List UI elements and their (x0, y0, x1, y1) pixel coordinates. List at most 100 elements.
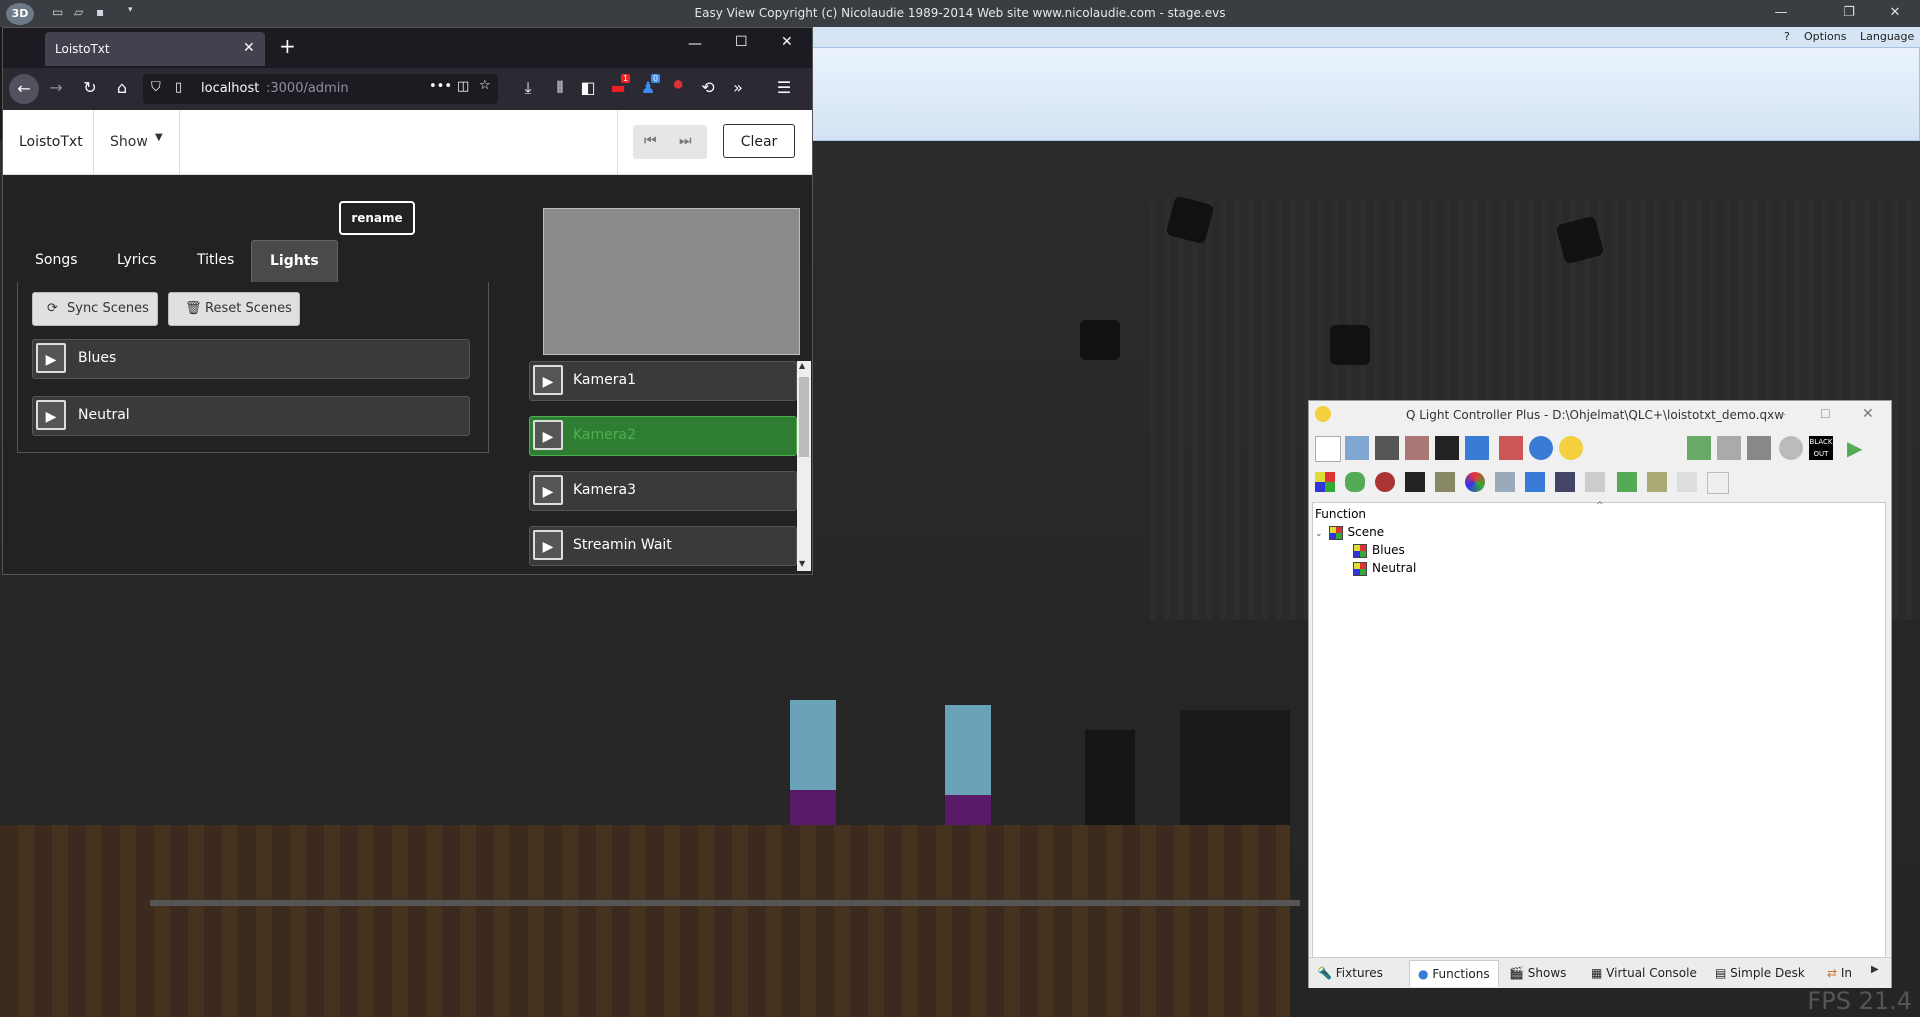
design-icon[interactable] (1747, 436, 1771, 460)
address-tool-icon[interactable] (1465, 436, 1489, 460)
play-mode-icon[interactable]: ▶ (1847, 436, 1862, 460)
tree-group[interactable]: ⌄ Scene (1315, 525, 1384, 543)
scrollbar-thumb[interactable] (799, 377, 809, 457)
close-icon[interactable]: ✕ (1872, 2, 1918, 24)
tab-lyrics[interactable]: Lyrics (99, 240, 174, 281)
open-project-icon[interactable] (1345, 436, 1369, 460)
menu-icon[interactable]: ☰ (773, 78, 795, 97)
clone-icon[interactable] (1677, 472, 1697, 492)
tab-fixtures[interactable]: 🔦 Fixtures (1317, 960, 1383, 986)
panic-icon[interactable] (1687, 436, 1711, 460)
back-icon[interactable]: ← (9, 74, 39, 104)
url-bar[interactable]: ⛉ ▯ localhost :3000/admin ••• ◫ ☆ (143, 74, 498, 104)
history-icon[interactable]: ⟲ (697, 78, 719, 97)
save-project-icon[interactable] (1375, 436, 1399, 460)
add-video-icon[interactable] (1555, 472, 1575, 492)
scene-row[interactable]: ▶ Neutral (32, 396, 470, 436)
scene-row[interactable]: ▶ Blues (32, 339, 470, 379)
add-scene-icon[interactable] (1315, 472, 1335, 492)
tab-functions[interactable]: ● Functions (1409, 960, 1499, 987)
scroll-up-icon[interactable]: ▲ (799, 361, 805, 370)
about-icon[interactable] (1559, 436, 1583, 460)
skip-previous-icon[interactable]: ⏮ (644, 133, 657, 149)
tab-virtual-console[interactable]: ▦ Virtual Console (1591, 960, 1697, 986)
scrollbar[interactable]: ▲ ▼ (797, 361, 811, 571)
maximize-icon[interactable]: ☐ (1820, 407, 1831, 421)
close-icon[interactable]: ✕ (1862, 406, 1874, 422)
minimize-icon[interactable]: — (1758, 2, 1804, 24)
tree-item[interactable]: Neutral (1353, 561, 1416, 579)
sync-scenes-button[interactable]: ⟳ Sync Scenes (32, 292, 158, 326)
shield-icon[interactable]: ⛉ (151, 80, 161, 95)
reload-icon[interactable]: ↻ (79, 78, 101, 97)
downloads-icon[interactable]: ⤓ (517, 78, 539, 98)
clear-button[interactable]: Clear (723, 124, 795, 158)
chevron-down-icon[interactable]: ▼ (155, 132, 163, 143)
fullscreen-icon[interactable] (1499, 436, 1523, 460)
minimize-icon[interactable]: — (1774, 407, 1786, 421)
play-icon[interactable]: ▶ (36, 400, 66, 430)
new-project-icon[interactable] (1315, 436, 1341, 462)
play-icon[interactable]: ▶ (36, 343, 66, 373)
play-icon[interactable]: ▶ (533, 475, 563, 505)
sidebar-icon[interactable]: ◧ (577, 78, 599, 97)
tab-scroll-right-icon[interactable]: ▶ (1871, 964, 1879, 975)
bookmark-star-icon[interactable]: ☆ (479, 78, 491, 93)
close-tab-icon[interactable]: ✕ (243, 40, 255, 56)
delete-icon[interactable] (1707, 472, 1729, 494)
restore-icon[interactable]: ❐ (1826, 2, 1872, 24)
wizard-icon[interactable] (1647, 472, 1667, 492)
add-rgb-matrix-icon[interactable] (1465, 472, 1485, 492)
show-menu[interactable]: Show (110, 134, 148, 150)
new-tab-icon[interactable]: + (279, 34, 296, 58)
language-menu[interactable]: Language (1860, 30, 1914, 43)
add-collection-icon[interactable] (1435, 472, 1455, 492)
help-menu[interactable]: ? (1784, 30, 1790, 43)
scroll-down-icon[interactable]: ▼ (799, 559, 805, 568)
camera-row[interactable]: ▶ Streamin Wait (529, 526, 797, 566)
stop-all-icon[interactable] (1779, 436, 1803, 460)
home-icon[interactable]: ⌂ (111, 78, 133, 97)
chevron-down-icon[interactable]: ⌄ (1315, 529, 1323, 539)
add-chaser-icon[interactable] (1345, 472, 1365, 492)
play-icon[interactable]: ▶ (533, 530, 563, 560)
tab-shows[interactable]: 🎬 Shows (1509, 960, 1566, 986)
browser-tab[interactable]: LoistoTxt ✕ (45, 32, 265, 66)
brand[interactable]: LoistoTxt (19, 134, 83, 150)
tree-item[interactable]: Blues (1353, 543, 1405, 561)
add-script-icon[interactable] (1495, 472, 1515, 492)
add-audio-icon[interactable] (1525, 472, 1545, 492)
operate-icon[interactable] (1717, 436, 1741, 460)
camera-row[interactable]: ▶ Kamera3 (529, 471, 797, 511)
forward-icon[interactable]: → (45, 78, 67, 97)
camera-row-active[interactable]: ▶ Kamera2 (529, 416, 797, 456)
tab-lights[interactable]: Lights (251, 240, 338, 282)
tab-inputs[interactable]: ⇄ In (1827, 960, 1867, 986)
ublock-icon[interactable]: ⬢ (667, 78, 689, 91)
help-icon[interactable] (1529, 436, 1553, 460)
close-window-icon[interactable]: ✕ (781, 34, 793, 50)
library-icon[interactable]: ⫴ (549, 78, 571, 98)
overflow-icon[interactable]: » (727, 78, 749, 97)
save-as-icon[interactable] (1405, 436, 1429, 460)
reset-scenes-button[interactable]: 🗑 Reset Scenes (168, 292, 300, 326)
tab-songs[interactable]: Songs (17, 240, 96, 281)
minimize-icon[interactable]: — (688, 36, 702, 52)
camera-row[interactable]: ▶ Kamera1 (529, 361, 797, 401)
add-efx-icon[interactable] (1405, 472, 1425, 492)
autostart-icon[interactable] (1617, 472, 1637, 492)
play-icon[interactable]: ▶ (533, 420, 563, 450)
pocket-icon[interactable]: ◫ (457, 79, 469, 94)
dmx-monitor-icon[interactable] (1435, 436, 1459, 460)
maximize-icon[interactable]: ☐ (735, 34, 748, 50)
skip-next-icon[interactable]: ⏭ (679, 133, 692, 149)
play-icon[interactable]: ▶ (533, 365, 563, 395)
page-actions-icon[interactable]: ••• (429, 79, 452, 94)
tab-simple-desk[interactable]: ▤ Simple Desk (1715, 960, 1805, 986)
blackout-icon[interactable]: BLACK OUT (1809, 436, 1833, 460)
add-sequence-icon[interactable] (1375, 472, 1395, 492)
rename-button[interactable]: rename (339, 201, 415, 235)
add-folder-icon[interactable] (1585, 472, 1605, 492)
tab-titles[interactable]: Titles (179, 240, 252, 281)
options-menu[interactable]: Options (1804, 30, 1846, 43)
